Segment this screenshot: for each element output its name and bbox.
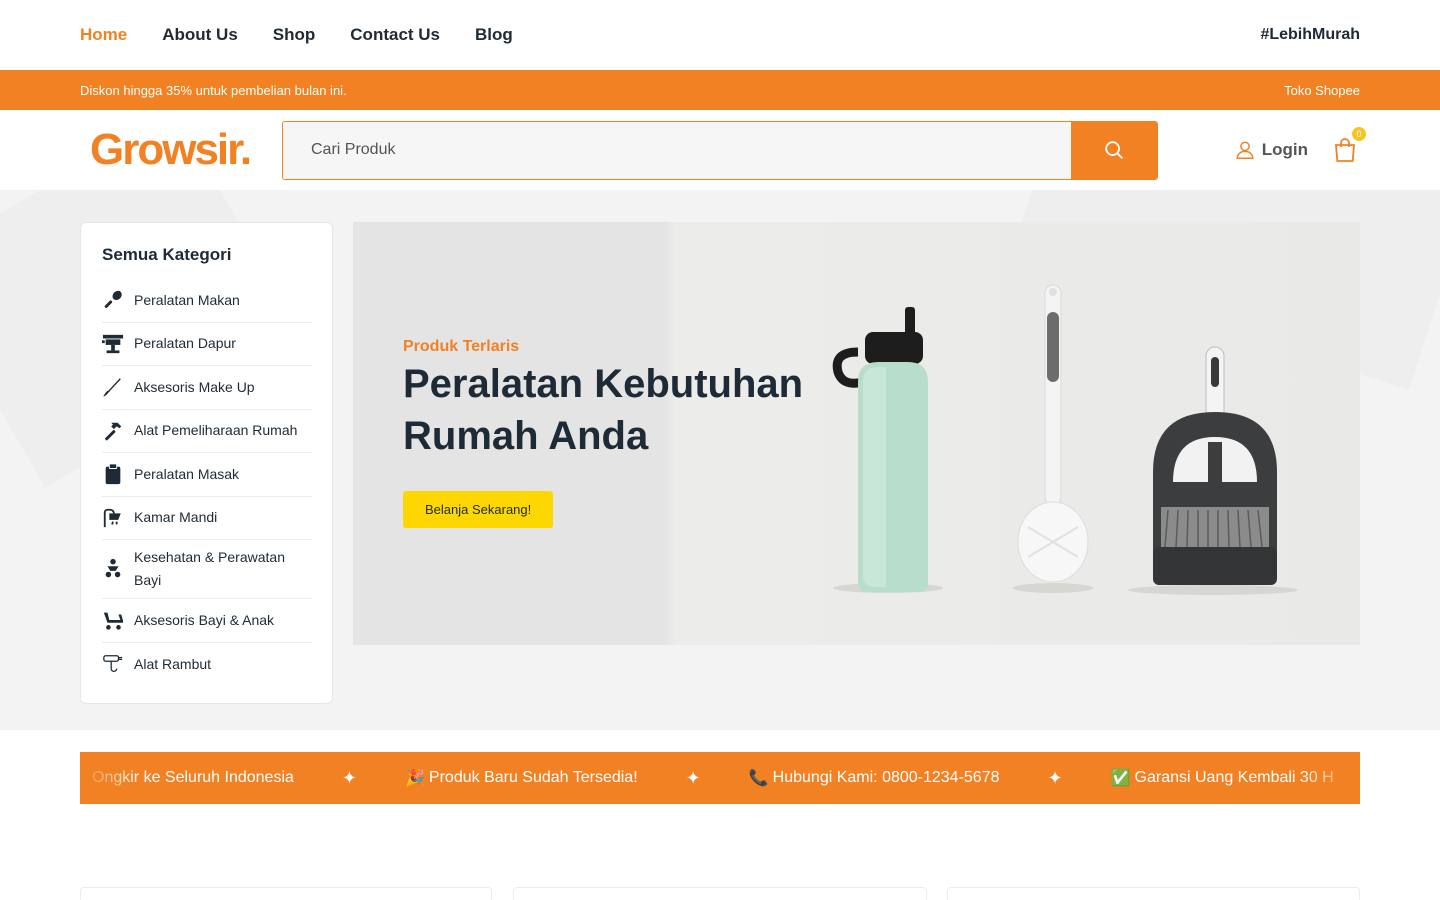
store-link[interactable]: Toko Shopee bbox=[1284, 83, 1360, 98]
announcement-ticker: Ongkir ke Seluruh Indonesia ✦ 🎉 Produk B… bbox=[80, 752, 1360, 804]
phone-icon: 📞 bbox=[748, 770, 769, 787]
category-item-alat-rambut[interactable]: Alat Rambut bbox=[102, 643, 312, 687]
promo-text: Diskon hingga 35% untuk pembelian bulan … bbox=[80, 82, 347, 98]
nav-link-home[interactable]: Home bbox=[80, 25, 127, 45]
category-label: Aksesoris Bayi & Anak bbox=[134, 611, 275, 628]
check-icon: ✅ bbox=[1110, 770, 1131, 787]
category-item-peralatan-makan[interactable]: Peralatan Makan bbox=[102, 279, 312, 323]
hairdryer-icon bbox=[102, 653, 124, 675]
tagline: #LebihMurah bbox=[1260, 26, 1360, 43]
promo-bar: Diskon hingga 35% untuk pembelian bulan … bbox=[0, 70, 1440, 110]
category-item-aksesoris-bayi-anak[interactable]: Aksesoris Bayi & Anak bbox=[102, 599, 312, 643]
category-item-kamar-mandi[interactable]: Kamar Mandi bbox=[102, 497, 312, 540]
ticker-text: Produk Baru Sudah Tersedia! bbox=[428, 769, 638, 786]
kitchen-icon bbox=[102, 333, 124, 355]
category-label: Kamar Mandi bbox=[134, 509, 218, 526]
search-bar bbox=[282, 120, 1158, 180]
category-label: Peralatan Makan bbox=[134, 291, 240, 308]
banner-kicker: Produk Terlaris bbox=[403, 338, 520, 355]
hammer-icon bbox=[102, 420, 124, 442]
sparkle-icon: ✦ bbox=[1047, 767, 1063, 788]
party-icon: 🎉 bbox=[405, 770, 425, 787]
login-label: Login bbox=[1261, 140, 1308, 159]
nav-link-about[interactable]: About Us bbox=[162, 25, 238, 45]
header-actions: Login 0 bbox=[1234, 110, 1366, 190]
stroller-icon bbox=[102, 609, 124, 631]
clipboard-icon bbox=[102, 463, 124, 485]
login-button[interactable]: Login bbox=[1234, 139, 1308, 161]
top-navigation: Home About Us Shop Contact Us Blog #Lebi… bbox=[0, 0, 1440, 70]
ticker-fade-right bbox=[1300, 752, 1360, 804]
brush-icon bbox=[102, 376, 124, 398]
category-label: Aksesoris Make Up bbox=[134, 378, 255, 395]
sparkle-icon: ✦ bbox=[341, 767, 357, 788]
ticker-fade-left bbox=[80, 752, 140, 804]
ticker-item: 📞 Hubungi Kami: 0800-1234-5678 bbox=[749, 768, 1000, 788]
category-title: Semua Kategori bbox=[102, 245, 232, 264]
banner-title: Peralatan Kebutuhan Rumah Anda bbox=[403, 362, 804, 458]
category-label: Alat Pemeliharaan Rumah bbox=[134, 422, 298, 439]
nav-link-blog[interactable]: Blog bbox=[475, 25, 513, 45]
search-button[interactable] bbox=[1071, 121, 1157, 179]
category-label: Kesehatan & Perawatan Bayi bbox=[134, 549, 285, 588]
shopping-bag-icon bbox=[1335, 138, 1355, 162]
category-item-aksesoris-make-up[interactable]: Aksesoris Make Up bbox=[102, 366, 312, 410]
product-card[interactable] bbox=[947, 887, 1360, 900]
category-item-peralatan-masak[interactable]: Peralatan Masak bbox=[102, 453, 312, 497]
site-header: Growsir. Login 0 bbox=[0, 110, 1440, 190]
category-sidebar: Semua Kategori Peralatan Makan Peralatan… bbox=[80, 222, 333, 704]
product-card[interactable] bbox=[513, 887, 927, 900]
user-icon bbox=[1236, 141, 1254, 159]
nav-link-shop[interactable]: Shop bbox=[273, 25, 316, 45]
shop-now-button[interactable]: Belanja Sekarang! bbox=[403, 491, 554, 528]
category-label: Peralatan Dapur bbox=[134, 335, 236, 352]
logo[interactable]: Growsir. bbox=[80, 125, 282, 175]
category-item-kesehatan-perawatan-bayi[interactable]: Kesehatan & Perawatan Bayi bbox=[102, 540, 312, 599]
cart-button[interactable]: 0 bbox=[1330, 127, 1366, 165]
search-icon bbox=[1105, 141, 1123, 159]
category-label: Alat Rambut bbox=[134, 655, 212, 672]
product-card[interactable] bbox=[80, 887, 492, 900]
nav-links: Home About Us Shop Contact Us Blog bbox=[80, 25, 513, 45]
hero-section: Semua Kategori Peralatan Makan Peralatan… bbox=[0, 190, 1440, 730]
baby-icon bbox=[102, 558, 124, 580]
shower-icon bbox=[102, 507, 124, 529]
category-label: Peralatan Masak bbox=[134, 465, 240, 482]
sparkle-icon: ✦ bbox=[685, 767, 701, 788]
ticker-item: 🎉 Produk Baru Sudah Tersedia! bbox=[405, 768, 638, 788]
hero-banner: Produk Terlaris Peralatan Kebutuhan Ruma… bbox=[353, 222, 1360, 645]
ticker-text: Hubungi Kami: 0800-1234-5678 bbox=[772, 769, 1000, 786]
category-item-peralatan-dapur[interactable]: Peralatan Dapur bbox=[102, 323, 312, 366]
spoon-icon bbox=[102, 289, 124, 311]
product-illustration bbox=[832, 284, 1298, 595]
cart-count-badge: 0 bbox=[1352, 127, 1366, 141]
search-input[interactable] bbox=[283, 121, 1071, 179]
nav-link-contact[interactable]: Contact Us bbox=[350, 25, 440, 45]
ticker-track: Ongkir ke Seluruh Indonesia ✦ 🎉 Produk B… bbox=[88, 768, 1334, 789]
category-item-alat-pemeliharaan-rumah[interactable]: Alat Pemeliharaan Rumah bbox=[102, 410, 312, 453]
